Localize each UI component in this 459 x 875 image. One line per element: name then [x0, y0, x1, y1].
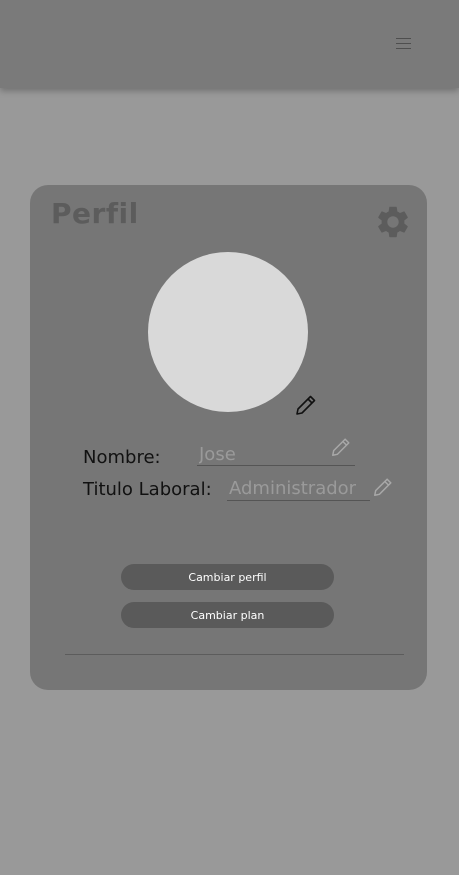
- profile-title: Perfil: [51, 197, 139, 230]
- menu-bar-middle: [396, 43, 411, 44]
- avatar-edit-pencil-icon[interactable]: [294, 393, 318, 417]
- titulo-edit-pencil-icon[interactable]: [372, 476, 394, 498]
- hamburger-menu-icon[interactable]: [396, 38, 411, 49]
- menu-bar-bottom: [396, 48, 411, 49]
- nombre-edit-pencil-icon[interactable]: [330, 436, 352, 458]
- change-profile-button[interactable]: Cambiar perfil: [121, 564, 334, 590]
- menu-bar-top: [396, 38, 411, 39]
- titulo-laboral-label: Titulo Laboral:: [83, 479, 212, 500]
- nombre-label: Nombre:: [83, 447, 161, 468]
- change-plan-button[interactable]: Cambiar plan: [121, 602, 334, 628]
- gear-icon[interactable]: [374, 203, 412, 241]
- titulo-laboral-input[interactable]: [227, 476, 370, 501]
- divider: [65, 654, 404, 655]
- profile-card: Perfil Nombre: Titulo Laboral: Cambiar p…: [30, 185, 427, 690]
- top-header: [0, 0, 459, 88]
- avatar[interactable]: [148, 252, 308, 412]
